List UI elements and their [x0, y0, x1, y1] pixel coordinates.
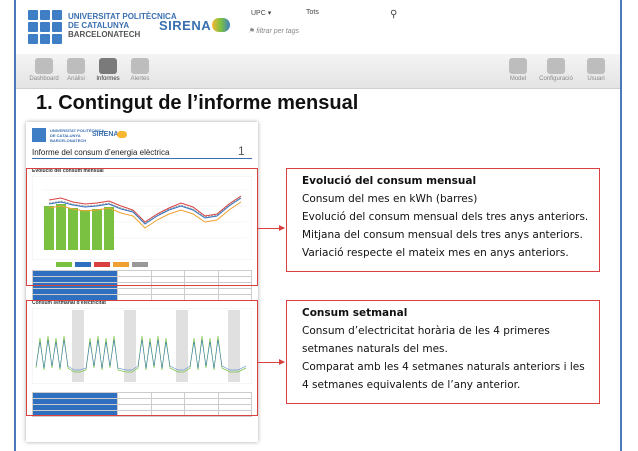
top-bar: UNIVERSITAT POLITÈCNICA DE CATALUNYA BAR… [16, 0, 620, 55]
tag-filter-input[interactable]: ⚑ filtrar per tags [248, 27, 299, 35]
report-page-number: 1 [238, 144, 245, 158]
annotation-line: Mitjana del consum mensual dels tres any… [302, 229, 583, 241]
scope-select-value: UPC [251, 10, 266, 17]
chart-icon [67, 58, 85, 74]
nav-item-model[interactable]: Model [500, 58, 536, 82]
settings-icon [547, 58, 565, 74]
annotation-line: setmanes naturals del mes. [302, 343, 448, 355]
main-navbar: Dashboard Anàlisi Informes Alertes Model… [16, 54, 620, 89]
divider [32, 158, 252, 159]
nav-item-dashboard[interactable]: Dashboard [26, 58, 62, 82]
nav-item-usuari[interactable]: Usuari [578, 58, 614, 82]
highlight-box-monthly [26, 168, 258, 286]
nav-label: Alertes [130, 76, 150, 82]
filter-select[interactable]: Tots [306, 9, 319, 16]
search-icon[interactable]: ⚲ [390, 9, 397, 20]
nav-item-analisi[interactable]: Anàlisi [58, 58, 94, 82]
report-title: Informe del consum d’energia elèctrica [32, 148, 170, 157]
nav-label: Anàlisi [67, 76, 85, 82]
tag-filter-placeholder: filtrar per tags [256, 28, 300, 35]
page-title: 1. Contingut de l’informe mensual [36, 92, 359, 114]
annotation-weekly: Consum setmanal Consum d’electricitat ho… [302, 304, 585, 394]
annotation-line: Variació respecte el mateix mes en anys … [302, 247, 569, 259]
nav-label: Usuari [587, 76, 605, 82]
nav-item-configuracio[interactable]: Configuració [538, 58, 574, 82]
annotation-heading: Consum setmanal [302, 307, 408, 319]
annotation-heading: Evolució del consum mensual [302, 175, 477, 187]
nav-label: Model [509, 76, 527, 82]
upc-logo[interactable] [28, 10, 62, 44]
nav-label: Configuració [539, 76, 573, 82]
scope-select[interactable]: UPC ▾ [251, 9, 271, 17]
nav-item-alertes[interactable]: Alertes [122, 58, 158, 82]
report-logo [32, 128, 46, 142]
arrow-right-icon [258, 225, 285, 231]
annotation-line: 4 setmanes equivalents de l’any anterior… [302, 379, 521, 391]
annotation-line: Comparat amb les 4 setmanes naturals ant… [302, 361, 585, 373]
nav-item-informes[interactable]: Informes [90, 58, 126, 82]
report-badge [117, 131, 127, 138]
product-badge [212, 18, 230, 32]
nav-label: Dashboard [29, 76, 59, 82]
annotation-line: Consum d’electricitat horària de les 4 p… [302, 325, 550, 337]
grid-icon [509, 58, 527, 74]
highlight-box-weekly [26, 300, 258, 416]
annotation-line: Evolució del consum mensual dels tres an… [302, 211, 589, 223]
alert-icon [131, 58, 149, 74]
tag-icon: ⚑ [248, 28, 255, 35]
gauge-icon [35, 58, 53, 74]
annotation-monthly: Evolució del consum mensual Consum del m… [302, 172, 588, 262]
report-icon [99, 58, 117, 74]
filter-select-value: Tots [306, 9, 319, 16]
report-brand-line-3: BARCELONATECH [50, 138, 87, 143]
nav-label: Informes [96, 76, 120, 82]
annotation-line: Consum del mes en kWh (barres) [302, 193, 478, 205]
chevron-down-icon: ▾ [267, 10, 272, 17]
user-icon [587, 58, 605, 74]
arrow-right-icon [258, 359, 285, 365]
app-frame: UNIVERSITAT POLITÈCNICA DE CATALUNYA BAR… [14, 0, 622, 451]
report-product: SIRENA [92, 131, 119, 138]
product-name: SIRENA [159, 18, 212, 33]
